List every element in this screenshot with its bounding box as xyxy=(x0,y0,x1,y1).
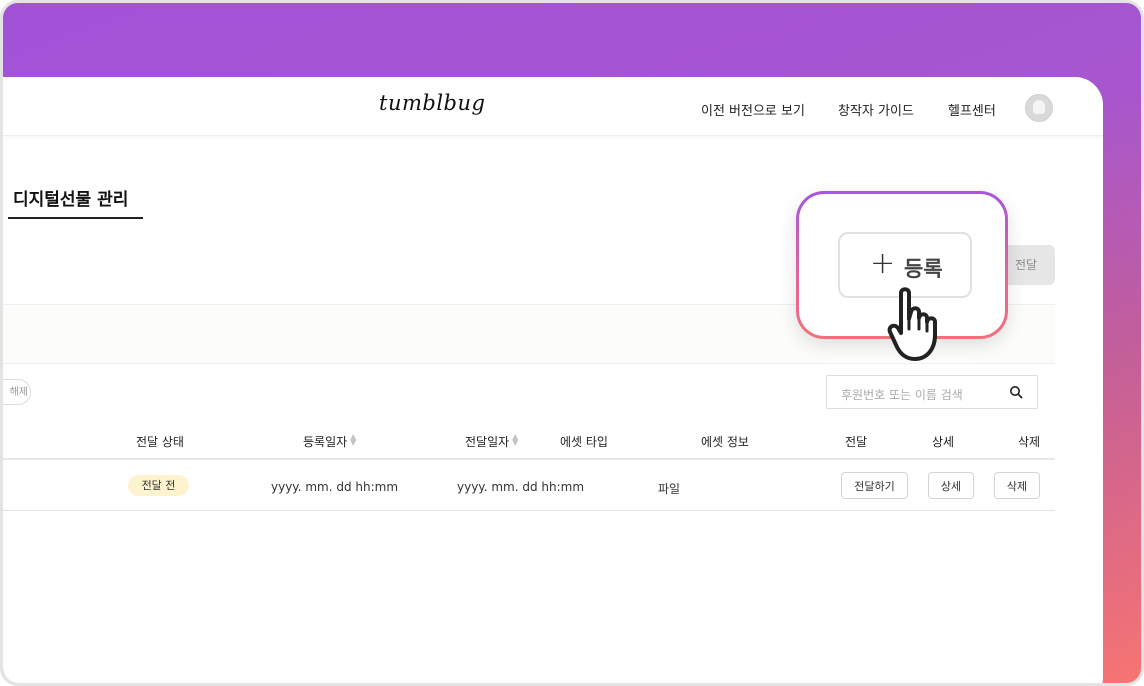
search-placeholder: 후원번호 또는 이름 검색 xyxy=(841,388,963,402)
avatar-icon xyxy=(1033,100,1045,114)
app-frame: tumblbug 이전 버전으로 보기 창작자 가이드 헬프센터 디지털선물 관… xyxy=(0,0,1144,686)
cell-delivered-date: yyyy. mm. dd hh:mm xyxy=(457,480,585,494)
avatar[interactable] xyxy=(1025,94,1053,122)
page-title: 디지털선물 관리 xyxy=(13,190,129,210)
nav-legacy-version[interactable]: 이전 버전으로 보기 xyxy=(701,100,805,119)
pointer-hand-icon xyxy=(887,287,937,361)
search-icon[interactable] xyxy=(1009,385,1023,399)
plus-icon: + xyxy=(870,246,896,281)
filter-reset-chip[interactable]: 해제 xyxy=(3,379,31,405)
cell-registered-date: yyyy. mm. dd hh:mm xyxy=(271,480,399,494)
col-header-registered[interactable]: 등록일자 ▲ ▼ xyxy=(303,433,356,450)
status-badge: 전달 전 xyxy=(128,475,189,496)
col-header-asset-type: 에셋 타입 xyxy=(560,435,608,449)
deliver-row-button[interactable]: 전달하기 xyxy=(841,472,908,499)
top-nav-bar: tumblbug 이전 버전으로 보기 창작자 가이드 헬프센터 xyxy=(3,77,1103,136)
col-header-registered-label: 등록일자 xyxy=(303,435,348,449)
col-header-delete: 삭제 xyxy=(1018,435,1041,449)
sort-icon[interactable]: ▲ ▼ xyxy=(350,433,356,447)
main-panel: tumblbug 이전 버전으로 보기 창작자 가이드 헬프센터 디지털선물 관… xyxy=(3,77,1103,683)
col-header-deliver: 전달 xyxy=(845,435,868,449)
col-header-delivered[interactable]: 전달일자 ▲ ▼ xyxy=(465,433,518,450)
col-header-detail: 상세 xyxy=(932,435,955,449)
register-button-label: 등록 xyxy=(904,257,943,281)
table-row-divider xyxy=(3,510,1055,511)
table-header-divider xyxy=(3,458,1055,460)
deliver-button-label: 전달 xyxy=(1015,258,1038,272)
detail-row-button[interactable]: 상세 xyxy=(928,472,974,499)
col-header-asset-info: 에셋 정보 xyxy=(701,435,749,449)
col-header-status: 전달 상태 xyxy=(136,435,184,449)
nav-creator-guide[interactable]: 창작자 가이드 xyxy=(838,100,914,119)
nav-help-center[interactable]: 헬프센터 xyxy=(948,100,996,119)
sort-icon[interactable]: ▲ ▼ xyxy=(512,433,518,447)
title-underline xyxy=(8,217,143,219)
tumblbug-logo[interactable]: tumblbug xyxy=(379,91,485,115)
delete-row-button[interactable]: 삭제 xyxy=(994,472,1040,499)
col-header-delivered-label: 전달일자 xyxy=(465,435,510,449)
search-input[interactable]: 후원번호 또는 이름 검색 xyxy=(826,375,1038,409)
cell-asset-type: 파일 xyxy=(658,482,681,496)
deliver-button[interactable]: 전달 xyxy=(1003,245,1055,285)
